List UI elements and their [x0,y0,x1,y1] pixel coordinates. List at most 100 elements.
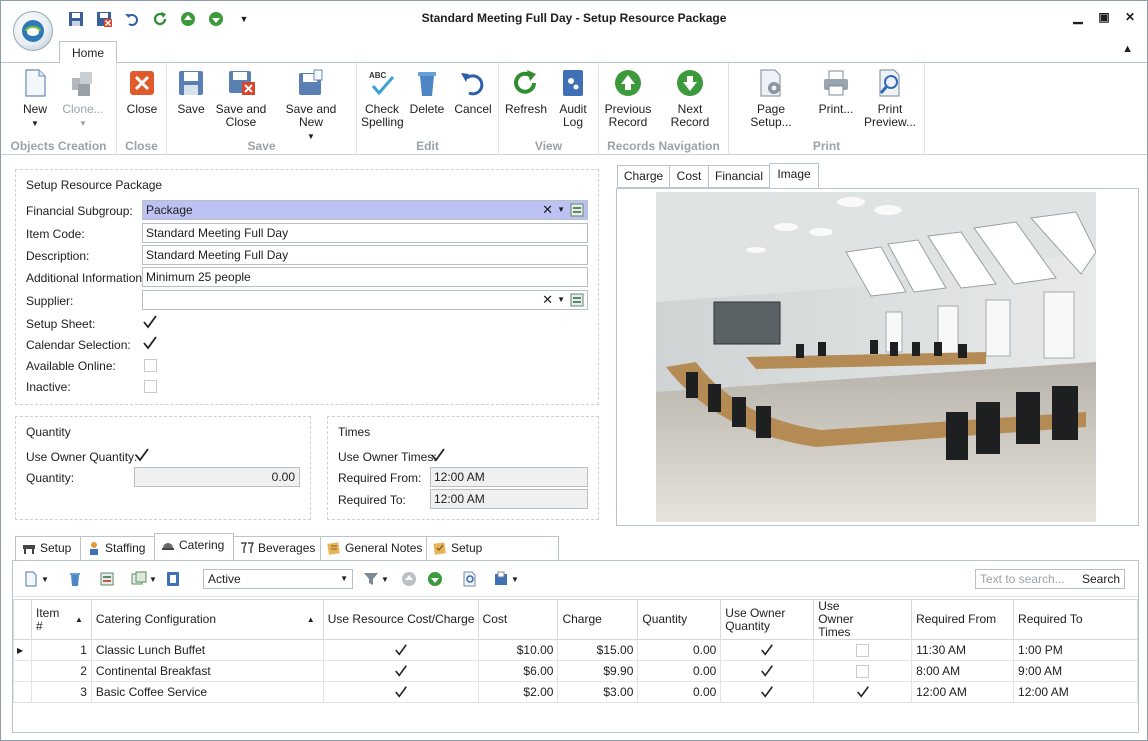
table-row[interactable]: 3 Basic Coffee Service $2.00 $3.00 0.00 12:00… [13,681,1138,703]
cell-use-resource-cost-charge[interactable] [322,681,479,703]
find-icon[interactable] [461,571,477,587]
description-field[interactable]: Standard Meeting Full Day [142,245,588,265]
cell-cost[interactable]: $6.00 [477,660,559,682]
save-and-new-button[interactable]: Save and New ▼ [273,67,349,143]
edit-row-icon[interactable] [99,571,115,587]
dropdown-arrow-icon[interactable]: ▼ [557,291,565,309]
print-grid-icon[interactable] [493,571,509,587]
clear-icon[interactable]: ✕ [542,201,553,219]
new-button[interactable]: New ▼ [15,67,55,130]
financial-subgroup-field[interactable]: Package ✕ ▼ [142,200,588,220]
cell-charge[interactable]: $9.90 [557,660,639,682]
column-header-charge[interactable]: Charge [557,599,639,640]
column-header-required-to[interactable]: Required To [1013,599,1138,640]
row-indicator[interactable] [13,660,32,682]
clear-icon[interactable]: ✕ [542,291,553,309]
tab-charge[interactable]: Charge [617,165,670,188]
print-button[interactable]: Print... [813,67,859,116]
setup-sheet-checkbox[interactable] [142,314,158,330]
tab-beverages[interactable]: Beverages [233,536,321,561]
column-header-use-owner-times[interactable]: Use Owner Times [813,599,913,640]
tab-setup-requirements[interactable]: Setup Requirements [426,536,559,578]
cell-catering-configuration[interactable]: Basic Coffee Service [90,681,324,703]
previous-record-button[interactable]: Previous Record [603,67,653,129]
next-record-button[interactable]: Next Record [657,67,723,129]
cell-cost[interactable]: $2.00 [477,681,559,703]
move-down-icon[interactable] [427,571,443,587]
save-and-close-button[interactable]: Save and Close [215,67,267,129]
tab-general-notes[interactable]: General Notes [320,536,427,561]
cell-required-from[interactable]: 11:30 AM [911,639,1015,661]
close-button[interactable]: Close [123,67,161,116]
column-header-required-from[interactable]: Required From [911,599,1015,640]
export-icon[interactable] [165,571,181,587]
minimize-icon[interactable]: ▁ [1071,10,1085,24]
cell-required-to[interactable]: 9:00 AM [1013,660,1138,682]
cancel-button[interactable]: Cancel [453,67,493,116]
app-menu-button[interactable] [13,11,53,51]
cell-required-from[interactable]: 8:00 AM [911,660,1015,682]
cell-charge[interactable]: $15.00 [557,639,639,661]
cell-use-owner-quantity[interactable] [720,681,815,703]
tab-cost[interactable]: Cost [669,165,709,188]
delete-row-icon[interactable] [67,571,83,587]
inactive-checkbox[interactable] [144,380,157,393]
cell-item[interactable]: 3 [30,681,92,703]
cell-cost[interactable]: $10.00 [477,639,559,661]
cell-use-owner-times[interactable] [813,660,913,682]
new-row-dropdown-icon[interactable]: ▼ [41,575,57,591]
row-indicator[interactable]: ▶ [13,639,32,661]
column-header-item[interactable]: Item # ▲ [30,599,92,640]
cell-quantity[interactable]: 0.00 [637,639,722,661]
use-owner-quantity-checkbox[interactable] [134,447,150,463]
cell-item[interactable]: 2 [30,660,92,682]
cell-quantity[interactable]: 0.00 [637,681,722,703]
lookup-icon[interactable] [570,203,584,217]
column-header-catering-configuration[interactable]: Catering Configuration ▲ [90,599,324,640]
tab-catering[interactable]: Catering [154,533,234,561]
cell-quantity[interactable]: 0.00 [637,660,722,682]
audit-log-button[interactable]: Audit Log [553,67,593,129]
clone-button[interactable]: Clone... ▼ [59,67,107,130]
column-header-use-resource-cost-charge[interactable]: Use Resource Cost/Charge [322,599,479,640]
cell-catering-configuration[interactable]: Classic Lunch Buffet [90,639,324,661]
supplier-field[interactable]: ✕ ▼ [142,290,588,310]
tab-home[interactable]: Home [59,41,117,64]
cell-use-resource-cost-charge[interactable] [322,639,479,661]
tab-image[interactable]: Image [769,163,819,188]
filter-dropdown-icon[interactable]: ▼ [381,575,397,591]
page-setup-button[interactable]: Page Setup... [735,67,807,129]
lookup-icon[interactable] [570,293,584,307]
delete-button[interactable]: Delete [409,67,445,116]
refresh-button[interactable]: Refresh [505,67,547,116]
move-up-icon[interactable] [401,571,417,587]
close-icon[interactable]: ✕ [1123,10,1137,24]
check-spelling-button[interactable]: ABC Check Spelling [361,67,404,129]
tab-setup[interactable]: Setup [15,536,81,561]
column-header-cost[interactable]: Cost [477,599,559,640]
available-online-checkbox[interactable] [144,359,157,372]
maximize-icon[interactable]: ▣ [1097,10,1111,24]
cell-use-owner-quantity[interactable] [720,660,815,682]
table-row[interactable]: ▶ 1 Classic Lunch Buffet $10.00 $15.00 0.00 11… [13,639,1138,661]
new-row-icon[interactable] [23,571,39,587]
search-button[interactable]: Search [1082,570,1120,588]
cell-item[interactable]: 1 [30,639,92,661]
grid-search-input[interactable]: Text to search... Search [975,569,1125,589]
views-dropdown-icon[interactable]: ▼ [149,575,165,591]
ribbon-collapse-icon[interactable]: ▲ [1122,43,1133,55]
cell-use-resource-cost-charge[interactable] [322,660,479,682]
cell-required-to[interactable]: 1:00 PM [1013,639,1138,661]
status-filter-select[interactable]: Active ▼ [203,569,353,589]
cell-required-to[interactable]: 12:00 AM [1013,681,1138,703]
table-row[interactable]: 2 Continental Breakfast $6.00 $9.90 0.00 8:00… [13,660,1138,682]
quantity-field[interactable]: 0.00 [134,467,300,487]
cell-use-owner-times[interactable] [813,681,913,703]
cell-use-owner-quantity[interactable] [720,639,815,661]
tab-financial[interactable]: Financial [708,165,770,188]
required-from-field[interactable]: 12:00 AM [430,467,588,487]
required-to-field[interactable]: 12:00 AM [430,489,588,509]
filter-icon[interactable] [363,571,379,587]
row-indicator[interactable] [13,681,32,703]
print-preview-button[interactable]: Print Preview... [863,67,917,129]
